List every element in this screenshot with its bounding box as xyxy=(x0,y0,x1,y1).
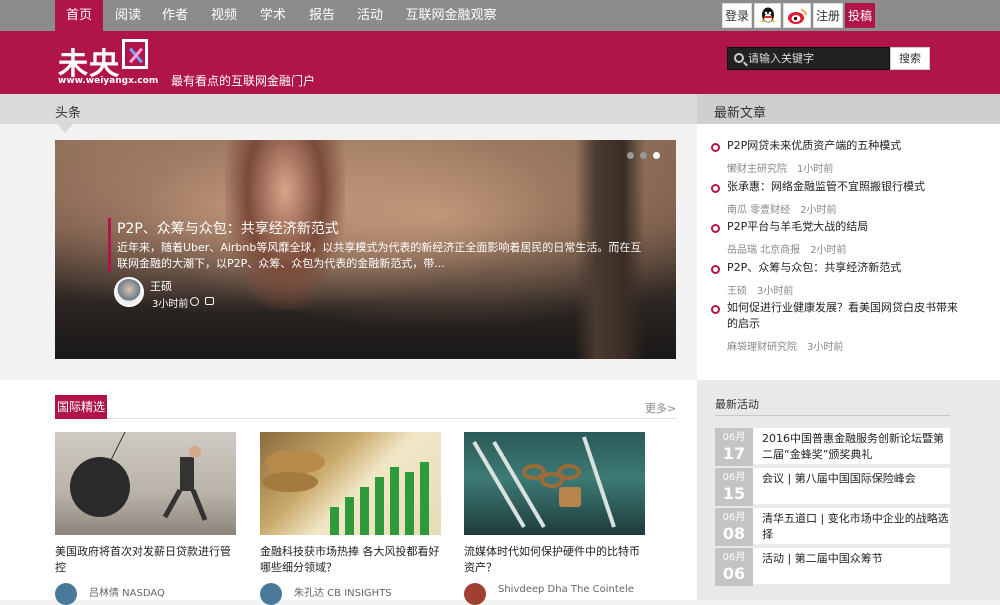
bullet-circle-icon xyxy=(711,184,720,193)
section-divider xyxy=(715,415,950,416)
activity-title[interactable]: 会议 | 第八届中国国际保险峰会 xyxy=(762,471,950,487)
nav-item-reports[interactable]: 报告 xyxy=(302,0,342,31)
card-title[interactable]: 美国政府将首次对发薪日贷款进行管控 xyxy=(55,544,236,576)
card-title[interactable]: 金融科技获市场热捧 各大风投都看好哪些细分领域？ xyxy=(260,544,441,576)
activity-item[interactable]: 06月 06 活动 | 第二届中国众筹节 xyxy=(715,548,950,586)
carousel-dot-active[interactable] xyxy=(653,152,660,159)
bullet-circle-icon xyxy=(711,143,720,152)
submit-article-button[interactable]: 投稿 xyxy=(845,3,875,28)
carousel-dot[interactable] xyxy=(627,152,634,159)
nav-item-home[interactable]: 首页 xyxy=(55,0,103,31)
bullet-circle-icon xyxy=(711,224,720,233)
card-title[interactable]: 流媒体时代如何保护硬件中的比特币资产？ xyxy=(464,544,645,576)
nav-item-read[interactable]: 阅读 xyxy=(108,0,148,31)
more-link[interactable]: 更多> xyxy=(645,400,676,416)
headline-carousel[interactable]: P2P、众筹与众包：共享经济新范式 近年来，随着Uber、Airbnb等风靡全球… xyxy=(55,140,676,359)
site-slogan: 最有看点的互联网金融门户 xyxy=(171,74,316,88)
nav-item-events[interactable]: 活动 xyxy=(350,0,390,31)
article-card[interactable]: 流媒体时代如何保护硬件中的比特币资产？ Shivdeep Dha The Coi… xyxy=(464,432,645,605)
latest-articles-label: 最新文章 xyxy=(714,106,767,121)
carousel-dots xyxy=(621,148,660,162)
headline-label: 头条 xyxy=(55,106,82,121)
section-divider xyxy=(107,418,676,419)
international-label: 国际精选 xyxy=(55,395,107,419)
latest-articles-bar: 最新文章 xyxy=(697,94,1000,124)
login-button[interactable]: 登录 xyxy=(722,3,752,28)
author-avatar[interactable] xyxy=(464,583,486,605)
latest-article-meta: 岳品瑞 北京商报 2小时前 xyxy=(727,245,847,256)
logo-url: www.weiyangx.com xyxy=(58,76,159,86)
card-image-chain-lock[interactable] xyxy=(464,432,645,535)
bullet-circle-icon xyxy=(711,305,720,314)
card-author: Shivdeep Dha The Cointele xyxy=(498,584,634,595)
activity-date: 06月 06 xyxy=(715,548,753,586)
author-avatar[interactable] xyxy=(114,277,144,307)
nav-item-academic[interactable]: 学术 xyxy=(253,0,293,31)
activity-item[interactable]: 06月 15 会议 | 第八届中国国际保险峰会 xyxy=(715,468,950,506)
hero-summary: 近年来，随着Uber、Airbnb等风靡全球，以共享模式为代表的新经济正全面影响… xyxy=(117,241,642,270)
logo-x-mark xyxy=(122,39,148,69)
article-card[interactable]: 金融科技获市场热捧 各大风投都看好哪些细分领域？ 朱孔达 CB INSIGHTS xyxy=(260,432,441,605)
latest-article-title[interactable]: P2P、众筹与众包：共享经济新范式 xyxy=(727,260,967,276)
search-icon xyxy=(734,53,744,63)
activity-title[interactable]: 活动 | 第二届中国众筹节 xyxy=(762,551,950,567)
search-button[interactable]: 搜索 xyxy=(890,47,930,70)
carousel-dot[interactable] xyxy=(640,152,647,159)
card-author: 朱孔达 CB INSIGHTS xyxy=(294,588,392,599)
author-avatar[interactable] xyxy=(55,583,77,605)
hero-time: 3小时前 xyxy=(152,299,189,310)
search-box xyxy=(727,47,890,70)
hero-accent-bar xyxy=(108,218,111,272)
latest-article-title[interactable]: P2P网贷未来优质资产端的五种模式 xyxy=(727,138,967,154)
card-image-wrecking-ball[interactable] xyxy=(55,432,236,535)
search-input[interactable] xyxy=(748,50,886,67)
activity-date: 06月 17 xyxy=(715,428,753,466)
hero-author[interactable]: 王硕 xyxy=(150,278,172,294)
activities-label: 最新活动 xyxy=(715,398,759,411)
latest-article-title[interactable]: 张承惠：网络金融监管不宜照搬银行模式 xyxy=(727,179,967,195)
latest-articles-list: P2P网贷未来优质资产端的五种模式 懒财主研究院 1小时前 张承惠：网络金融监管… xyxy=(697,124,1000,380)
activity-date: 06月 08 xyxy=(715,508,753,546)
article-card[interactable]: 美国政府将首次对发薪日贷款进行管控 吕林倩 NASDAQ xyxy=(55,432,236,605)
latest-article-title[interactable]: P2P平台与羊毛党大战的结局 xyxy=(727,219,967,235)
activity-item[interactable]: 06月 17 2016中国普惠金融服务创新论坛暨第二届“金蜂奖”颁奖典礼 xyxy=(715,428,950,466)
comment-icon[interactable] xyxy=(190,297,199,306)
latest-article-meta: 南瓜 零壹财经 2小时前 xyxy=(727,205,837,216)
activity-title[interactable]: 2016中国普惠金融服务创新论坛暨第二届“金蜂奖”颁奖典礼 xyxy=(762,431,950,463)
card-author: 吕林倩 NASDAQ xyxy=(89,588,165,599)
hero-title[interactable]: P2P、众筹与众包：共享经济新范式 xyxy=(117,218,339,238)
latest-article-meta: 麻袋理财研究院 3小时前 xyxy=(727,342,844,353)
weibo-icon[interactable] xyxy=(783,3,811,28)
register-button[interactable]: 注册 xyxy=(813,3,843,28)
latest-article-title[interactable]: 如何促进行业健康发展？看美国网贷白皮书带来的启示 xyxy=(727,300,967,332)
activity-date: 06月 15 xyxy=(715,468,753,506)
top-nav: 首页 阅读 作者 视频 学术 报告 活动 互联网金融观察 登录 注册 投稿 xyxy=(0,0,1000,31)
latest-article-meta: 懒财主研究院 1小时前 xyxy=(727,164,834,175)
share-icon[interactable] xyxy=(205,297,214,305)
card-image-coins-chart[interactable] xyxy=(260,432,441,535)
author-avatar[interactable] xyxy=(260,583,282,605)
nav-item-authors[interactable]: 作者 xyxy=(155,0,195,31)
qq-icon[interactable] xyxy=(754,3,781,28)
latest-article-meta: 王硕 3小时前 xyxy=(727,286,794,297)
nav-item-fintech-observation[interactable]: 互联网金融观察 xyxy=(400,0,502,31)
headline-section-bar: 头条 xyxy=(0,94,697,133)
headline-arrow-indicator xyxy=(57,124,73,133)
activity-item[interactable]: 06月 08 清华五道口 | 变化市场中企业的战略选择 xyxy=(715,508,950,546)
activity-title[interactable]: 清华五道口 | 变化市场中企业的战略选择 xyxy=(762,511,950,543)
bullet-circle-icon xyxy=(711,265,720,274)
nav-item-video[interactable]: 视频 xyxy=(204,0,244,31)
